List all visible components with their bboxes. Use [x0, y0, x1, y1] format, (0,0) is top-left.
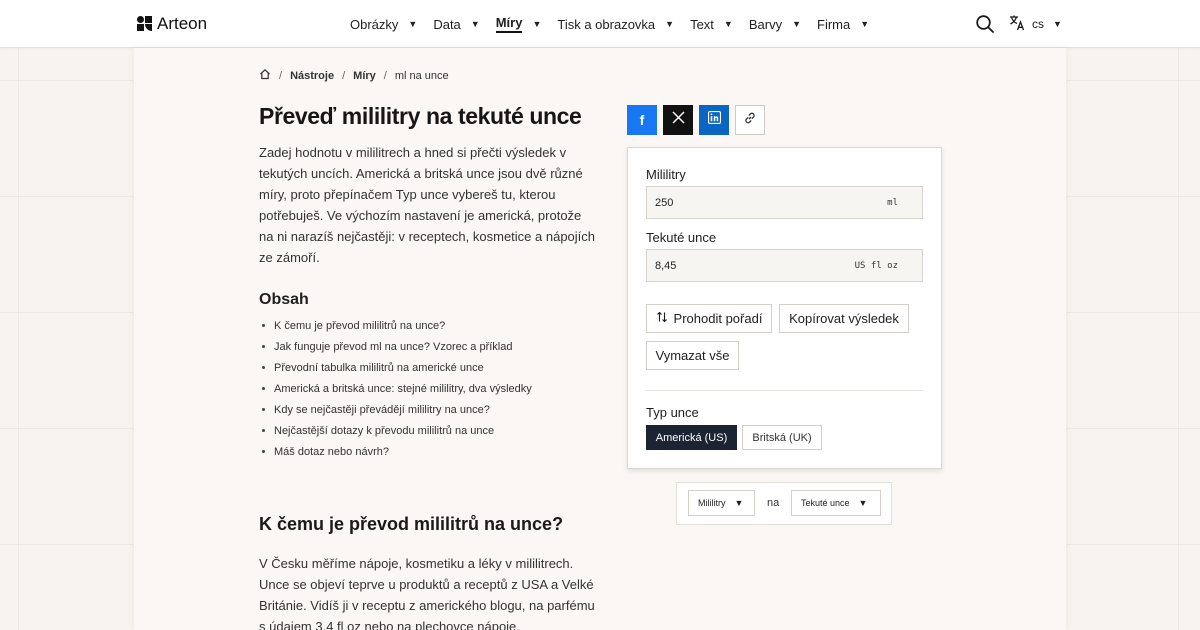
brand-logo-mark [137, 16, 153, 32]
search-icon[interactable] [975, 14, 995, 34]
ounce-type-us-option[interactable]: Americká (US) [646, 425, 737, 450]
nav-item-label: Text [690, 16, 714, 32]
fluid-ounces-label: Tekuté unce [646, 230, 717, 245]
breadcrumb-current: ml na unce [394, 69, 449, 82]
toc-item[interactable]: Máš dotaz nebo návrh? [262, 443, 532, 464]
milliliters-field: ml [646, 186, 923, 219]
breadcrumb-separator: / [342, 69, 346, 82]
nav-item-firma[interactable]: Firma ▼ [817, 17, 869, 32]
nav-item-tisk-a-obrazovka[interactable]: Tisk a obrazovka ▼ [557, 17, 674, 32]
link-icon [743, 111, 757, 130]
brand-name: Arteon [157, 14, 208, 33]
breadcrumb-item[interactable]: Míry [353, 70, 376, 82]
from-unit-select[interactable]: Mililitry ▼ [688, 490, 755, 516]
caret-down-icon: ▼ [532, 19, 542, 29]
brand-logo[interactable]: Arteon [137, 14, 207, 34]
nav-item-label: Míry [495, 15, 523, 33]
toc-item[interactable]: Převodní tabulka mililitrů na americké u… [262, 359, 532, 380]
fluid-ounces-input[interactable] [655, 250, 835, 281]
caret-down-icon: ▼ [792, 19, 801, 29]
home-icon[interactable] [259, 68, 271, 83]
nav-item-barvy[interactable]: Barvy ▼ [749, 17, 801, 32]
swap-icon [656, 311, 668, 326]
toc-item[interactable]: Nejčastější dotazy k převodu mililitrů n… [262, 422, 532, 443]
caret-down-icon: ▼ [723, 19, 733, 29]
caret-down-icon: ▼ [860, 19, 870, 29]
table-of-contents: K čemu je převod mililitrů na unce? Jak … [262, 317, 532, 464]
facebook-share-button[interactable]: f [627, 105, 657, 135]
nav-item-obrazky[interactable]: Obrázky ▼ [350, 17, 417, 32]
language-selector[interactable]: cs ▼ [1009, 14, 1062, 34]
copy-result-button[interactable]: Kopírovat výsledek [779, 304, 909, 333]
breadcrumb: / Nástroje / Míry / ml na unce [259, 68, 449, 83]
toc-item[interactable]: Jak funguje převod ml na unce? Vzorec a … [262, 338, 532, 359]
milliliters-unit: ml [887, 198, 898, 208]
linkedin-icon [707, 110, 721, 129]
panel-divider [646, 390, 923, 391]
copy-link-button[interactable] [735, 105, 765, 135]
to-unit-select[interactable]: Tekuté unce ▼ [791, 490, 881, 516]
caret-down-icon: ▼ [858, 498, 868, 508]
clear-all-button[interactable]: Vymazat vše [646, 341, 739, 370]
nav-item-label: Barvy [748, 16, 783, 32]
section-heading: K čemu je převod mililitrů na unce? [259, 514, 564, 534]
nav-item-text[interactable]: Text ▼ [690, 17, 733, 32]
nav-item-label: Tisk a obrazovka [557, 16, 656, 32]
fluid-ounces-unit: US fl oz [854, 261, 898, 271]
swap-order-button[interactable]: Prohodit pořadí [646, 304, 772, 333]
caret-down-icon: ▼ [1053, 19, 1062, 29]
intro-paragraph: Zadej hodnotu v mililitrech a hned si př… [259, 145, 596, 265]
unit-switcher-joiner: na [767, 497, 780, 509]
caret-down-icon: ▼ [665, 19, 675, 29]
nav-item-label: Data [433, 16, 461, 32]
breadcrumb-separator: / [279, 69, 283, 82]
nav-item-miry[interactable]: Míry ▼ [495, 15, 542, 33]
translate-icon [1009, 14, 1026, 34]
toc-title: Obsah [259, 291, 309, 308]
linkedin-share-button[interactable] [699, 105, 729, 135]
nav-item-data[interactable]: Data ▼ [433, 17, 479, 32]
ounce-type-uk-option[interactable]: Britská (UK) [742, 425, 822, 450]
main-nav: Obrázky ▼ Data ▼ Míry ▼ Tisk a obrazovka… [350, 0, 885, 48]
caret-down-icon: ▼ [408, 19, 418, 29]
facebook-icon: f [639, 112, 645, 128]
nav-item-label: Firma [817, 16, 851, 32]
milliliters-label: Mililitry [646, 167, 686, 182]
language-code: cs [1032, 17, 1044, 31]
section-paragraph: V Česku měříme nápoje, kosmetiku a léky … [259, 556, 595, 630]
caret-down-icon: ▼ [734, 498, 744, 508]
share-buttons: f [627, 105, 765, 135]
breadcrumb-item[interactable]: Nástroje [290, 70, 334, 82]
breadcrumb-separator: / [383, 69, 387, 82]
milliliters-input[interactable] [655, 187, 835, 218]
swap-order-label: Prohodit pořadí [673, 311, 763, 326]
x-icon [671, 111, 685, 129]
toc-item[interactable]: K čemu je převod mililitrů na unce? [262, 317, 532, 338]
toc-item[interactable]: Americká a britská unce: stejné mililitr… [262, 380, 532, 401]
from-unit-value: Mililitry [698, 498, 726, 508]
nav-item-label: Obrázky [350, 16, 399, 32]
to-unit-value: Tekuté unce [801, 498, 850, 508]
x-share-button[interactable] [663, 105, 693, 135]
fluid-ounces-field: US fl oz [646, 249, 923, 282]
toc-item[interactable]: Kdy se nejčastěji převádějí mililitry na… [262, 401, 532, 422]
ounce-type-label: Typ unce [646, 405, 699, 420]
page-title: Převeď mililitry na tekuté unce [259, 103, 582, 129]
caret-down-icon: ▼ [470, 19, 480, 29]
